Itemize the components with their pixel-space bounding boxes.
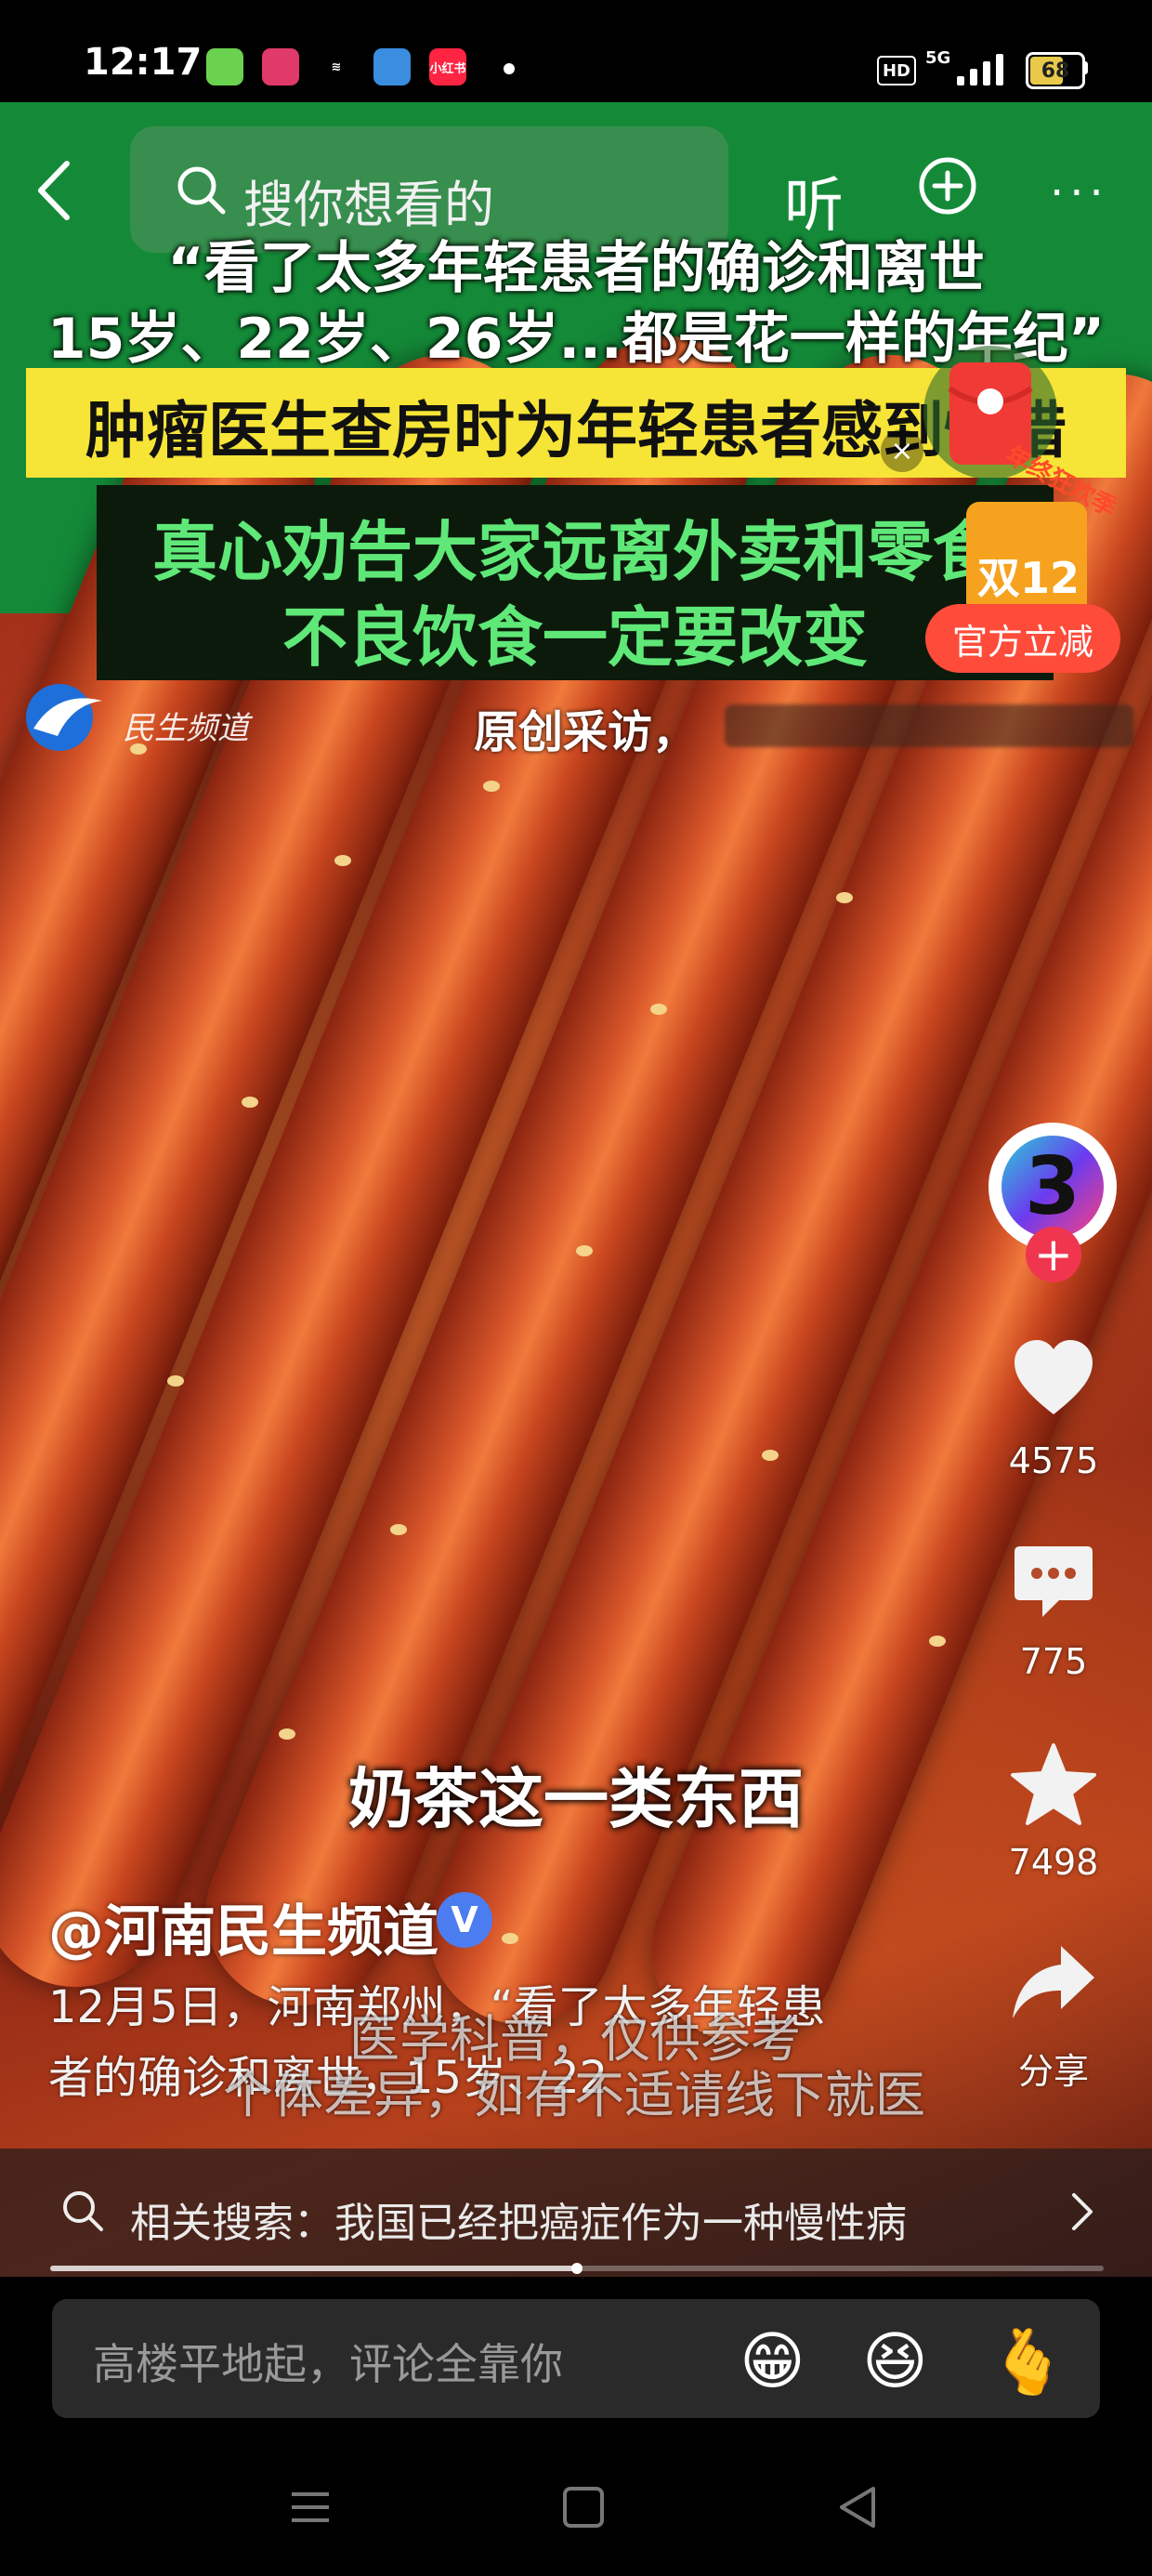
comment-count: 775: [1019, 1641, 1088, 1682]
promo-official-discount-button[interactable]: 官方立减: [925, 604, 1120, 673]
like-count: 4575: [1008, 1440, 1099, 1481]
menu-icon[interactable]: [284, 2481, 336, 2533]
video-caption-advice-2: 不良饮食一定要改变: [282, 599, 868, 676]
comment-bubble-icon[interactable]: [1009, 1537, 1098, 1626]
video-caption-advice-1: 真心劝告大家远离外卖和零食: [152, 514, 998, 590]
emoji-heart-hand-button[interactable]: 🫰: [988, 2325, 1067, 2399]
signal-icon: [957, 52, 1013, 85]
favorite-count: 7498: [1008, 1842, 1099, 1883]
video-caption-line-1: “看了太多年轻患者的确诊和离世: [167, 236, 985, 301]
app-cloud-icon: [373, 48, 411, 85]
emoji-grin-button[interactable]: 😁: [740, 2325, 805, 2399]
battery-icon: 68: [1026, 52, 1085, 89]
battery-tip: [1082, 61, 1088, 74]
more-menu-button[interactable]: ···: [1050, 167, 1109, 219]
video-subtitle: 奶茶这一类东西: [348, 1761, 804, 1837]
status-time: 12:17: [84, 41, 203, 84]
promo-close-button[interactable]: ×: [881, 429, 923, 472]
related-search-text[interactable]: 相关搜索：我国已经把癌症作为一种慢性病: [130, 2189, 907, 2249]
battery-level: 68: [1041, 59, 1070, 83]
network-type: 5G: [925, 48, 951, 68]
app-pinduoduo-icon: [262, 48, 299, 85]
comment-input-placeholder[interactable]: 高楼平地起，评论全靠你: [93, 2331, 563, 2392]
interview-label: 原创采访，: [474, 706, 698, 758]
add-plus-icon[interactable]: [918, 156, 977, 216]
emoji-laugh-button[interactable]: 😆: [862, 2325, 928, 2399]
disclaimer-line-2: 个体差异，如有不适请线下就医: [223, 2066, 925, 2124]
follow-plus-button[interactable]: +: [1026, 1227, 1081, 1282]
video-progress-fill: [50, 2266, 577, 2271]
app-z-icon: ≋: [318, 48, 355, 85]
share-arrow-icon[interactable]: [1009, 1939, 1098, 2028]
hd-badge: HD: [877, 56, 916, 85]
like-heart-icon[interactable]: [1009, 1334, 1098, 1424]
back-arrow-icon[interactable]: [35, 158, 72, 223]
app-green-icon: [206, 48, 243, 85]
promo-double12: 双12: [977, 553, 1080, 603]
search-icon: [177, 166, 226, 215]
video-progress-knob[interactable]: [571, 2263, 583, 2274]
home-square-icon[interactable]: [557, 2481, 609, 2533]
author-name[interactable]: @河南民生频道: [48, 1886, 439, 1967]
back-triangle-icon[interactable]: [832, 2481, 884, 2533]
search-icon: [63, 2191, 103, 2231]
app-xiaohongshu-icon: 小红书: [429, 48, 466, 85]
avatar-logo-number: 3: [1025, 1140, 1080, 1233]
share-label[interactable]: 分享: [985, 2043, 1122, 2094]
chevron-right-icon[interactable]: [1068, 2189, 1096, 2234]
verified-badge-icon: V: [437, 1892, 492, 1948]
interview-label-blurred: [725, 704, 1133, 747]
notification-dot: [504, 63, 515, 74]
channel-watermark: 民生频道: [123, 710, 249, 747]
channel-logo-icon: [26, 684, 102, 751]
